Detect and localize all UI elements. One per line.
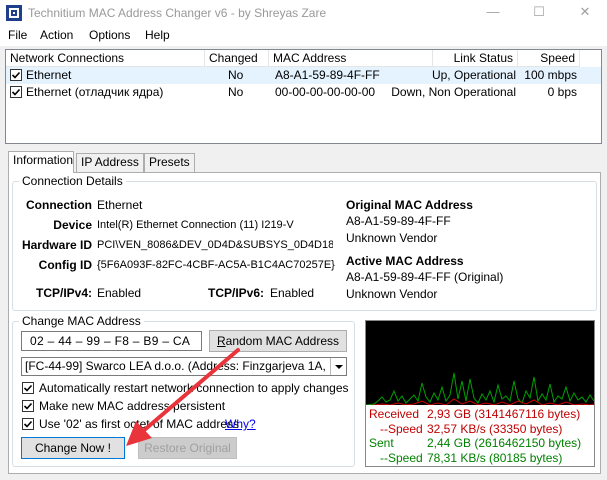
connection-name: Ethernet [26,68,72,82]
active-vendor: Unknown Vendor [346,287,438,301]
hardware-id-value: PCI\VEN_8086&DEV_0D4D&SUBSYS_0D4D18 [97,239,333,251]
connection-name: Ethernet (отладчик ядра) [26,85,164,99]
original-vendor: Unknown Vendor [346,231,438,245]
chevron-down-icon [335,365,343,369]
table-row[interactable]: Ethernet (отладчик ядра) No 00-00-00-00-… [6,84,601,101]
row-checkbox[interactable] [10,69,22,81]
use-02-checkbox[interactable] [22,418,34,430]
column-header-speed[interactable]: Speed [518,50,580,67]
tcp-ipv6-value: Enabled [270,286,315,300]
minimize-button[interactable]: — [470,0,516,26]
traffic-stats: Received 2,93 GB (3141467116 bytes) --Sp… [366,405,594,466]
maximize-button[interactable]: ☐ [516,0,562,26]
column-header-link-status[interactable]: Link Status [433,50,518,67]
random-mac-label: andom MAC Address [225,334,340,348]
persistent-option-label[interactable]: Make new MAC address persistent [39,399,225,413]
device-label: Device [53,218,92,232]
tcp-ipv6-label: TCP/IPv6: [207,286,264,300]
title-bar: Technitium MAC Address Changer v6 - by S… [0,0,607,26]
use-02-option-label[interactable]: Use '02' as first octet of MAC address [39,417,239,431]
hardware-id-label: Hardware ID [21,238,92,252]
column-header-changed[interactable]: Changed [205,50,269,67]
restore-original-button[interactable]: Restore Original [138,437,237,459]
dropdown-arrow[interactable] [330,358,346,375]
sent-value: 2,44 GB (2616462150 bytes) [427,436,582,450]
traffic-graph-lines [366,372,594,407]
menu-file[interactable]: File [6,28,29,42]
received-value: 2,93 GB (3141467116 bytes) [427,407,581,421]
link-status-value: Down, Non Operational [391,85,516,99]
vendor-select-value: [FC-44-99] Swarco LEA d.o.o. (Address: F… [25,359,347,373]
tx-speed-value: 78,31 KB/s (80185 bytes) [427,451,563,465]
received-label: Received [369,407,420,421]
tab-presets[interactable]: Presets [144,153,195,172]
connection-value: Ethernet [97,198,143,212]
close-button[interactable]: ✕ [562,0,607,26]
check-icon [23,384,33,392]
group-title: Change MAC Address [19,314,144,328]
tab-information[interactable]: Information [8,151,74,173]
config-id-value: {5F6A093F-82FC-4CBF-AC5A-B1C4AC70257E} [97,259,335,271]
table-row[interactable]: Ethernet No A8-A1-59-89-4F-FF Up, Operat… [6,67,601,84]
check-icon [11,88,21,96]
vendor-select[interactable]: [FC-44-99] Swarco LEA d.o.o. (Address: F… [21,357,347,376]
rx-speed-value: 32,57 KB/s (33350 bytes) [427,422,563,436]
menu-help[interactable]: Help [143,28,172,42]
change-now-button[interactable]: Change Now ! [21,437,125,459]
rx-speed-label: --Speed [380,422,423,436]
window-title: Technitium MAC Address Changer v6 - by S… [28,6,327,20]
mac-address-input[interactable]: 02 – 44 – 99 – F8 – B9 – CA [21,331,202,351]
persistent-checkbox[interactable] [22,400,34,412]
changed-value: No [228,85,244,99]
random-mac-button[interactable]: Random MAC Address [209,330,347,352]
active-mac-value: A8-A1-59-89-4F-FF (Original) [346,270,504,284]
restart-option-label[interactable]: Automatically restart network connection… [39,381,349,395]
active-mac-title: Active MAC Address [346,254,464,268]
column-header-connections[interactable]: Network Connections [6,50,205,67]
network-connections-list[interactable]: Network Connections Changed MAC Address … [5,49,602,144]
tcp-ipv4-value: Enabled [97,286,142,300]
restart-checkbox[interactable] [22,382,34,394]
tab-ip-address[interactable]: IP Address [76,153,144,172]
check-icon [11,71,21,79]
sent-label: Sent [369,436,394,450]
mac-value: A8-A1-59-89-4F-FF [275,68,380,82]
original-mac-value: A8-A1-59-89-4F-FF [346,214,451,228]
check-icon [23,420,33,428]
connection-label: Connection [26,198,92,212]
group-title: Connection Details [19,174,126,188]
menu-bar: File Action Options Help [0,26,607,46]
tx-speed-label: --Speed [380,451,423,465]
row-checkbox[interactable] [10,86,22,98]
device-value: Intel(R) Ethernet Connection (11) I219-V [97,219,294,231]
app-network-icon [6,5,22,21]
speed-value: 0 bps [547,85,577,99]
config-id-label: Config ID [38,258,92,272]
mac-value: 00-00-00-00-00-00 [275,85,376,99]
menu-action[interactable]: Action [38,28,75,42]
tcp-ipv4-label: TCP/IPv4: [35,286,92,300]
speed-value: 100 mbps [524,68,577,82]
link-status-value: Up, Operational [431,68,516,82]
why-link[interactable]: Why? [225,417,256,431]
menu-options[interactable]: Options [87,28,132,42]
column-header-mac[interactable]: MAC Address [269,50,433,67]
changed-value: No [228,68,244,82]
original-mac-title: Original MAC Address [346,198,473,212]
check-icon [23,402,33,410]
